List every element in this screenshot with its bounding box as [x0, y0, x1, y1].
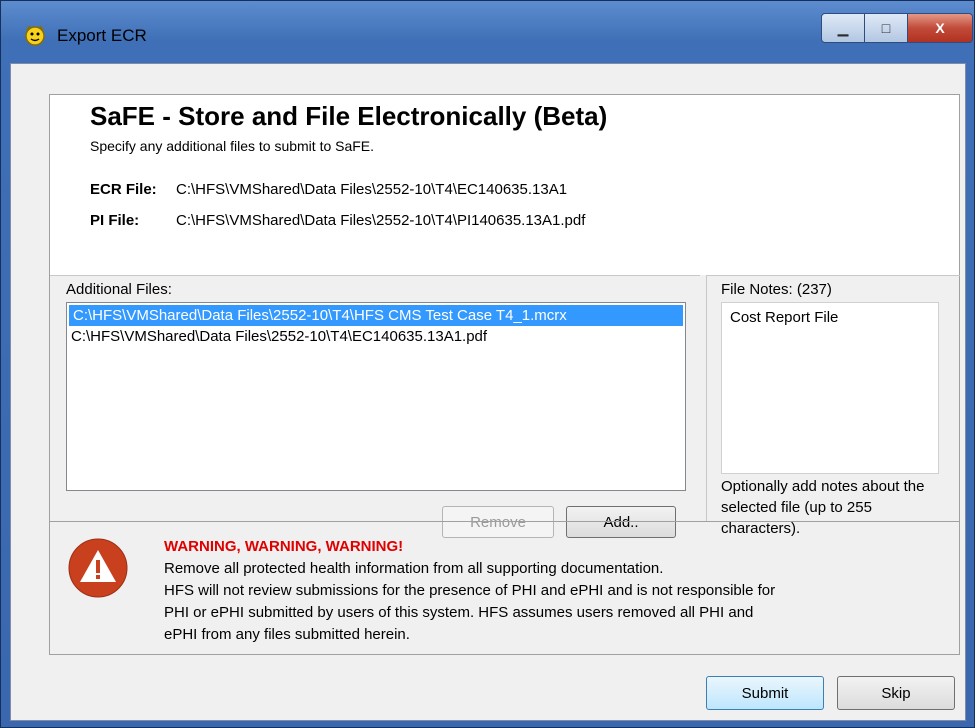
additional-files-label: Additional Files: — [66, 281, 172, 298]
list-item[interactable]: C:\HFS\VMShared\Data Files\2552-10\T4\EC… — [67, 326, 685, 347]
additional-files-list[interactable]: C:\HFS\VMShared\Data Files\2552-10\T4\HF… — [66, 302, 686, 491]
file-notes-label: File Notes: (237) — [721, 281, 832, 298]
skip-button[interactable]: Skip — [837, 676, 955, 710]
app-icon — [25, 25, 45, 46]
ecr-file-label: ECR File: — [90, 181, 157, 198]
export-ecr-window: Export ECR ▁ □ X SaFE - Store and File E… — [0, 0, 975, 728]
header-section: SaFE - Store and File Electronically (Be… — [50, 95, 959, 275]
title-bar[interactable]: Export ECR ▁ □ X — [1, 1, 974, 61]
file-notes-group: File Notes: (237) Cost Report File Optio… — [706, 275, 960, 537]
maximize-button[interactable]: □ — [864, 13, 908, 43]
window-title: Export ECR — [57, 26, 147, 45]
warning-section: WARNING, WARNING, WARNING! Remove all pr… — [50, 521, 959, 656]
page-title: SaFE - Store and File Electronically (Be… — [90, 101, 608, 131]
warning-title: WARNING, WARNING, WARNING! — [164, 538, 404, 555]
warning-line: ePHI from any files submitted herein. — [164, 626, 410, 643]
file-notes-textarea[interactable]: Cost Report File — [721, 302, 939, 474]
minimize-icon: ▁ — [837, 19, 849, 36]
page-subtitle: Specify any additional files to submit t… — [90, 138, 375, 154]
list-item[interactable]: C:\HFS\VMShared\Data Files\2552-10\T4\HF… — [69, 305, 683, 326]
ecr-file-value: C:\HFS\VMShared\Data Files\2552-10\T4\EC… — [176, 181, 568, 198]
warning-line: PHI or ePHI submitted by users of this s… — [164, 604, 754, 621]
pi-file-value: C:\HFS\VMShared\Data Files\2552-10\T4\PI… — [176, 212, 586, 229]
submit-button[interactable]: Submit — [706, 676, 824, 710]
minimize-button[interactable]: ▁ — [821, 13, 865, 43]
close-icon: X — [935, 20, 945, 36]
warning-line: HFS will not review submissions for the … — [164, 582, 776, 599]
additional-files-group: Additional Files: C:\HFS\VMShared\Data F… — [50, 275, 700, 538]
close-button[interactable]: X — [907, 13, 973, 43]
warning-text: Remove all protected health information … — [164, 558, 944, 646]
warning-line: Remove all protected health information … — [164, 560, 664, 577]
pi-file-label: PI File: — [90, 212, 140, 229]
warning-icon — [68, 538, 128, 598]
dialog-client-area: SaFE - Store and File Electronically (Be… — [10, 63, 966, 721]
maximize-icon: □ — [881, 20, 891, 36]
main-panel: SaFE - Store and File Electronically (Be… — [49, 94, 960, 655]
